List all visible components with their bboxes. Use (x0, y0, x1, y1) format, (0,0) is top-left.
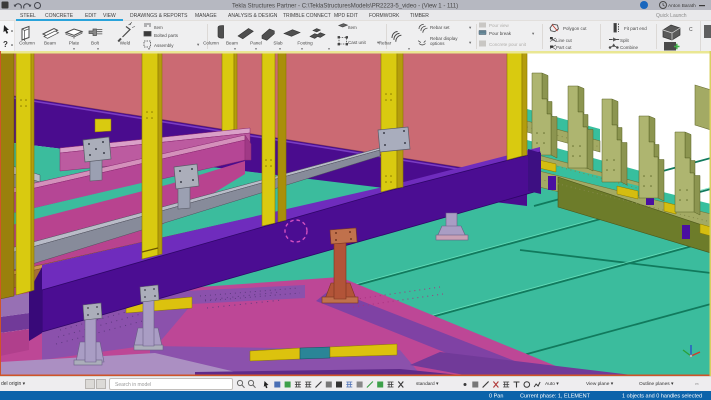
svg-text:C: C (689, 27, 693, 33)
svg-text:?: ? (3, 40, 8, 49)
